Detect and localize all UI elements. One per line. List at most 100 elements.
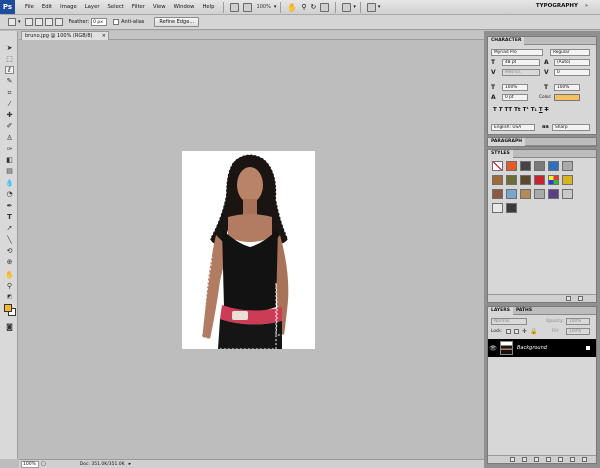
menu-filter[interactable]: Filter <box>128 4 149 10</box>
style-swatch[interactable] <box>548 189 559 199</box>
chevron-down-icon[interactable]: ▾ <box>353 4 356 10</box>
style-none[interactable] <box>492 161 503 171</box>
lock-image-icon[interactable] <box>514 329 519 334</box>
feather-input[interactable]: 0 px <box>91 18 108 26</box>
eraser-tool-icon[interactable]: ◧ <box>5 156 14 164</box>
style-swatch[interactable] <box>534 175 545 185</box>
visibility-eye-icon[interactable]: 👁 <box>488 345 498 352</box>
style-swatch[interactable] <box>506 161 517 171</box>
shape-tool-icon[interactable]: ╲ <box>5 236 14 244</box>
menu-layer[interactable]: Layer <box>81 4 104 10</box>
brush-tool-icon[interactable]: ✐ <box>5 122 14 130</box>
strikethrough-icon[interactable]: T <box>545 107 549 115</box>
font-style-select[interactable]: Regular <box>550 49 590 56</box>
crop-tool-icon[interactable]: ⌗ <box>5 89 14 97</box>
adjustment-layer-icon[interactable] <box>546 457 551 462</box>
tab-paragraph[interactable]: PARAGRAPH <box>488 137 526 146</box>
document-image[interactable] <box>182 151 315 349</box>
marquee-tool-icon[interactable]: ⬚ <box>5 55 14 63</box>
clone-stamp-icon[interactable]: ♙ <box>5 134 14 142</box>
style-swatch[interactable] <box>562 161 573 171</box>
type-tool-icon[interactable]: T <box>5 213 14 221</box>
tab-character[interactable]: CHARACTER <box>488 36 525 45</box>
subtract-selection-icon[interactable] <box>44 18 53 26</box>
dodge-tool-icon[interactable]: ◔ <box>5 190 14 198</box>
workspace-switcher[interactable]: TYPOGRAPHY <box>536 3 578 9</box>
menu-window[interactable]: Window <box>170 4 199 10</box>
chevron-down-icon[interactable]: ▾ <box>274 4 277 10</box>
text-color-swatch[interactable] <box>554 94 580 101</box>
leading-select[interactable]: (Auto) <box>554 59 590 66</box>
add-selection-icon[interactable] <box>34 18 43 26</box>
move-tool-icon[interactable]: ➤ <box>5 44 14 52</box>
lasso-tool-preset-icon[interactable] <box>8 18 16 26</box>
all-caps-icon[interactable]: TT <box>505 107 513 115</box>
3d-camera-icon[interactable]: ⊕ <box>5 258 14 266</box>
default-colors-icon[interactable]: ◩ <box>5 293 14 301</box>
style-swatch[interactable] <box>534 161 545 171</box>
add-layer-style-icon[interactable] <box>522 457 527 462</box>
style-swatch[interactable] <box>548 175 559 185</box>
quick-selection-icon[interactable]: ✎ <box>5 77 14 85</box>
new-layer-icon[interactable] <box>570 457 575 462</box>
path-selection-icon[interactable]: ➚ <box>5 224 14 232</box>
blend-mode-select[interactable]: Normal <box>491 318 527 325</box>
hand-tool-icon[interactable]: ✋ <box>5 271 14 279</box>
menu-view[interactable]: View <box>149 4 170 10</box>
style-swatch[interactable] <box>520 189 531 199</box>
foreground-color-swatch[interactable] <box>4 304 12 312</box>
faux-bold-icon[interactable]: T <box>493 107 497 115</box>
menu-help[interactable]: Help <box>198 4 218 10</box>
horizontal-scale-input[interactable]: 100% <box>554 84 580 91</box>
gradient-tool-icon[interactable]: ▤ <box>5 167 14 175</box>
style-swatch[interactable] <box>506 203 517 213</box>
hand-icon[interactable]: ✋ <box>287 3 297 12</box>
lasso-tool-icon[interactable]: ℓ <box>5 66 14 74</box>
ruler-icon[interactable] <box>320 2 330 12</box>
new-selection-icon[interactable] <box>24 18 33 26</box>
document-tab[interactable]: bruno.jpg @ 100% (RGB/8) × <box>21 31 109 40</box>
anti-alias-checkbox[interactable] <box>113 19 120 25</box>
vertical-scale-input[interactable]: 100% <box>502 84 528 91</box>
font-size-select[interactable]: 48 pt <box>502 59 540 66</box>
delete-layer-icon[interactable] <box>582 457 587 462</box>
delete-style-icon[interactable] <box>578 296 583 301</box>
style-swatch[interactable] <box>492 175 503 185</box>
font-family-select[interactable]: Myriad Pro <box>491 49 543 56</box>
lock-transparent-icon[interactable] <box>506 329 511 334</box>
zoom-icon[interactable]: ⚲ <box>301 3 306 11</box>
layer-name[interactable]: Background <box>517 345 547 351</box>
tab-styles[interactable]: STYLES <box>488 149 513 158</box>
healing-brush-icon[interactable]: ✚ <box>5 111 14 119</box>
style-swatch[interactable] <box>562 175 573 185</box>
menu-image[interactable]: Image <box>56 4 81 10</box>
chevron-down-icon[interactable]: ▾ <box>378 4 381 10</box>
style-swatch[interactable] <box>492 203 503 213</box>
new-group-icon[interactable] <box>558 457 563 462</box>
bridge-icon[interactable] <box>229 2 239 12</box>
style-swatch[interactable] <box>506 175 517 185</box>
link-layers-icon[interactable] <box>510 457 515 462</box>
style-swatch[interactable] <box>534 189 545 199</box>
new-style-icon[interactable] <box>566 296 571 301</box>
status-zoom-input[interactable]: 100% <box>21 460 39 468</box>
underline-icon[interactable]: T <box>539 107 543 115</box>
superscript-icon[interactable]: T¹ <box>523 107 529 115</box>
menu-file[interactable]: File <box>21 4 38 10</box>
style-swatch[interactable] <box>492 189 503 199</box>
kerning-select[interactable]: Metrics <box>502 69 540 76</box>
close-icon[interactable]: × <box>102 32 106 40</box>
history-brush-icon[interactable]: ✑ <box>5 145 14 153</box>
fill-input[interactable]: 100% <box>566 328 590 335</box>
rotate-view-icon[interactable]: ↻ <box>310 3 316 11</box>
zoom-level-select[interactable]: 100% <box>254 4 274 10</box>
lock-all-icon[interactable]: 🔒 <box>530 328 537 335</box>
blur-tool-icon[interactable]: 💧 <box>5 179 14 187</box>
tracking-select[interactable]: 0 <box>554 69 590 76</box>
menu-edit[interactable]: Edit <box>38 4 56 10</box>
small-caps-icon[interactable]: Tt <box>514 107 520 115</box>
menu-select[interactable]: Select <box>104 4 128 10</box>
style-swatch[interactable] <box>506 189 517 199</box>
3d-rotate-icon[interactable]: ⟲ <box>5 247 14 255</box>
photoshop-logo[interactable]: Ps <box>0 0 15 14</box>
